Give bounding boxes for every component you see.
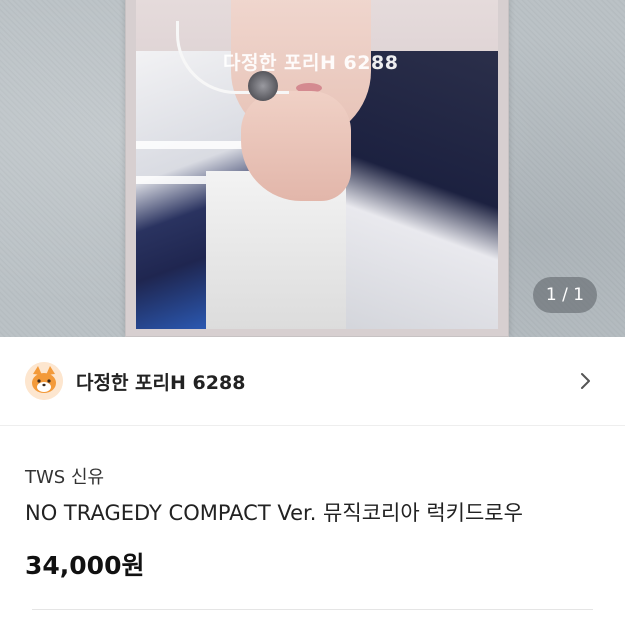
microphone [248,71,278,101]
product-brand: TWS 신유 [25,467,105,488]
divider [32,609,593,610]
product-price: 34,000원 [25,551,145,580]
photo-watermark: 다정한 포리H 6288 [223,52,399,74]
product-title: NO TRAGEDY COMPACT Ver. 뮤직코리아 럭키드로우 [25,501,523,525]
fox-avatar-icon [25,362,63,400]
product-photo[interactable]: 다정한 포리H 6288 1 / 1 [0,0,625,337]
chevron-right-icon[interactable] [574,370,596,392]
image-pager: 1 / 1 [533,277,597,313]
seller-row[interactable]: 다정한 포리H 6288 [0,337,625,426]
seller-name: 다정한 포리H 6288 [76,372,246,394]
